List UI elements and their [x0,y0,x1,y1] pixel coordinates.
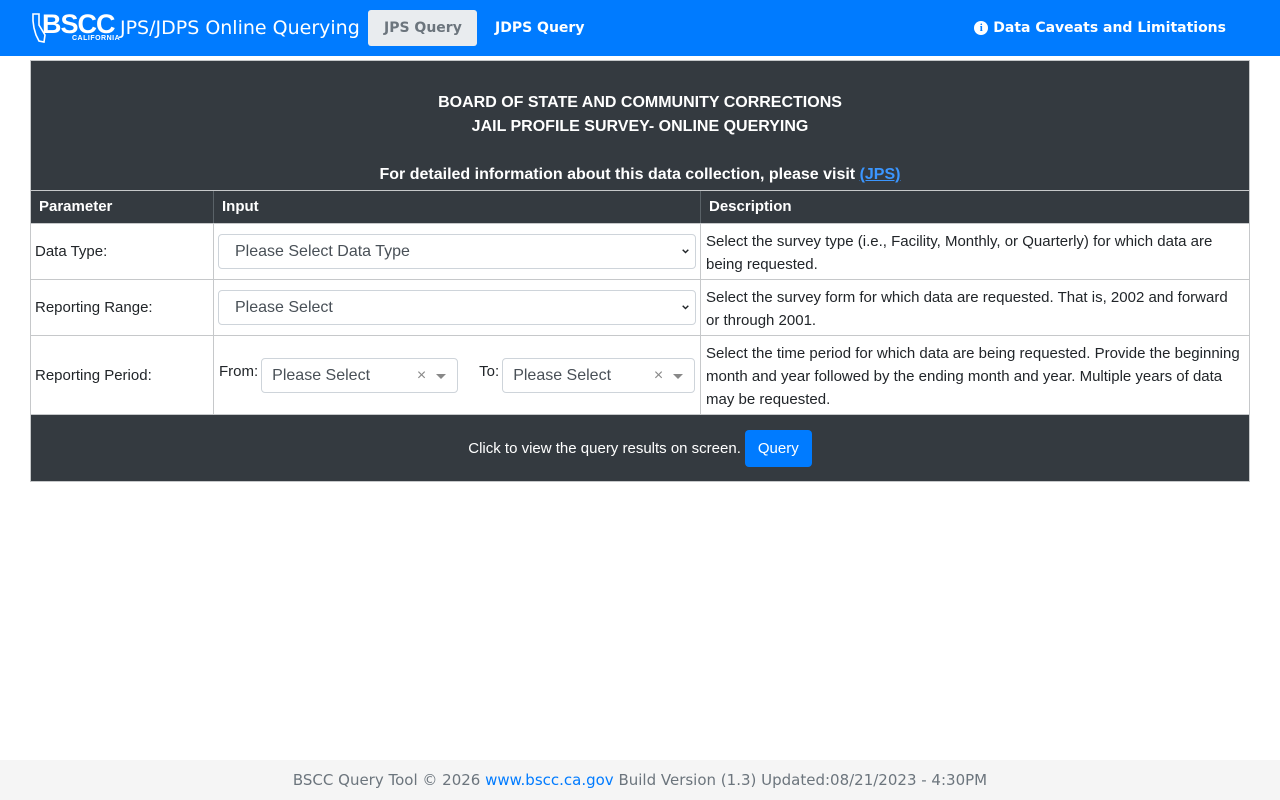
bscc-website-link[interactable]: www.bscc.ca.gov [485,771,614,789]
chevron-down-icon [682,305,689,310]
period-from-value: Please Select [272,367,371,384]
clear-icon[interactable]: × [417,359,426,392]
query-button[interactable]: Query [744,429,812,467]
data-caveats-link[interactable]: i Data Caveats and Limitations [974,10,1226,46]
bscc-logo: BSCC CALIFORNIA [32,9,121,45]
table-row-reporting-period: Reporting Period: From: Please Select × … [31,335,1249,414]
query-panel: BOARD OF STATE AND COMMUNITY CORRECTIONS… [30,60,1250,482]
top-navbar: BSCC CALIFORNIA JPS/JDPS Online Querying… [0,0,1280,56]
visit-text: For detailed information about this data… [379,166,860,183]
footer-prefix: BSCC Query Tool © 2026 [292,771,486,789]
column-header-input: Input [214,191,701,223]
parameter-label: Data Type: [31,224,214,279]
data-caveats-label: Data Caveats and Limitations [993,20,1226,36]
header-line-1: BOARD OF STATE AND COMMUNITY CORRECTIONS [438,94,842,111]
parameter-label: Reporting Period: [31,336,214,414]
tab-jdps-query[interactable]: JDPS Query [479,10,600,46]
caret-down-icon [673,374,684,379]
footer-build-info: Build Version (1.3) Updated:08/21/2023 -… [613,771,988,789]
logo-subtext: CALIFORNIA [72,35,121,42]
period-to-value: Please Select [513,367,612,384]
data-type-select[interactable]: Please Select Data Type [218,234,696,269]
data-type-select-value: Please Select Data Type [235,243,410,260]
parameter-label: Reporting Range: [31,280,214,335]
page-footer: BSCC Query Tool © 2026 www.bscc.ca.gov B… [0,760,1280,800]
jps-info-link[interactable]: (JPS) [860,166,901,183]
visit-info: For detailed information about this data… [31,163,1249,187]
brand-home-link[interactable]: BSCC CALIFORNIA JPS/JDPS Online Querying [32,9,360,46]
table-row-data-type: Data Type: Please Select Data Type Selec… [31,223,1249,279]
caret-down-icon [436,374,447,379]
tab-jps-query[interactable]: JPS Query [368,10,477,46]
query-bar: Click to view the query results on scree… [31,414,1249,481]
parameter-description: Select the survey form for which data ar… [706,289,1228,329]
panel-header: BOARD OF STATE AND COMMUNITY CORRECTIONS… [31,61,1249,190]
parameter-description: Select the time period for which data ar… [706,345,1240,408]
parameter-description: Select the survey type (i.e., Facility, … [706,233,1213,273]
info-icon: i [974,21,989,35]
reporting-range-select-value: Please Select [235,299,333,316]
period-from-select[interactable]: Please Select × [261,358,459,393]
chevron-down-icon [682,249,689,254]
column-header-description: Description [709,198,792,215]
from-label: From: [219,363,259,380]
table-header-row: Parameter Input Description [31,190,1249,223]
clear-icon[interactable]: × [654,359,663,392]
reporting-period-range: From: Please Select × To: Please Select … [218,336,696,414]
period-to-select[interactable]: Please Select × [502,358,696,393]
to-label: To: [479,363,500,380]
header-line-2: JAIL PROFILE SURVEY- ONLINE QUERYING [471,118,809,135]
query-prompt: Click to view the query results on scree… [468,439,741,457]
app-title: JPS/JDPS Online Querying [120,17,360,39]
reporting-range-select[interactable]: Please Select [218,290,696,325]
column-header-parameter: Parameter [31,191,214,223]
table-row-reporting-range: Reporting Range: Please Select Select th… [31,279,1249,335]
